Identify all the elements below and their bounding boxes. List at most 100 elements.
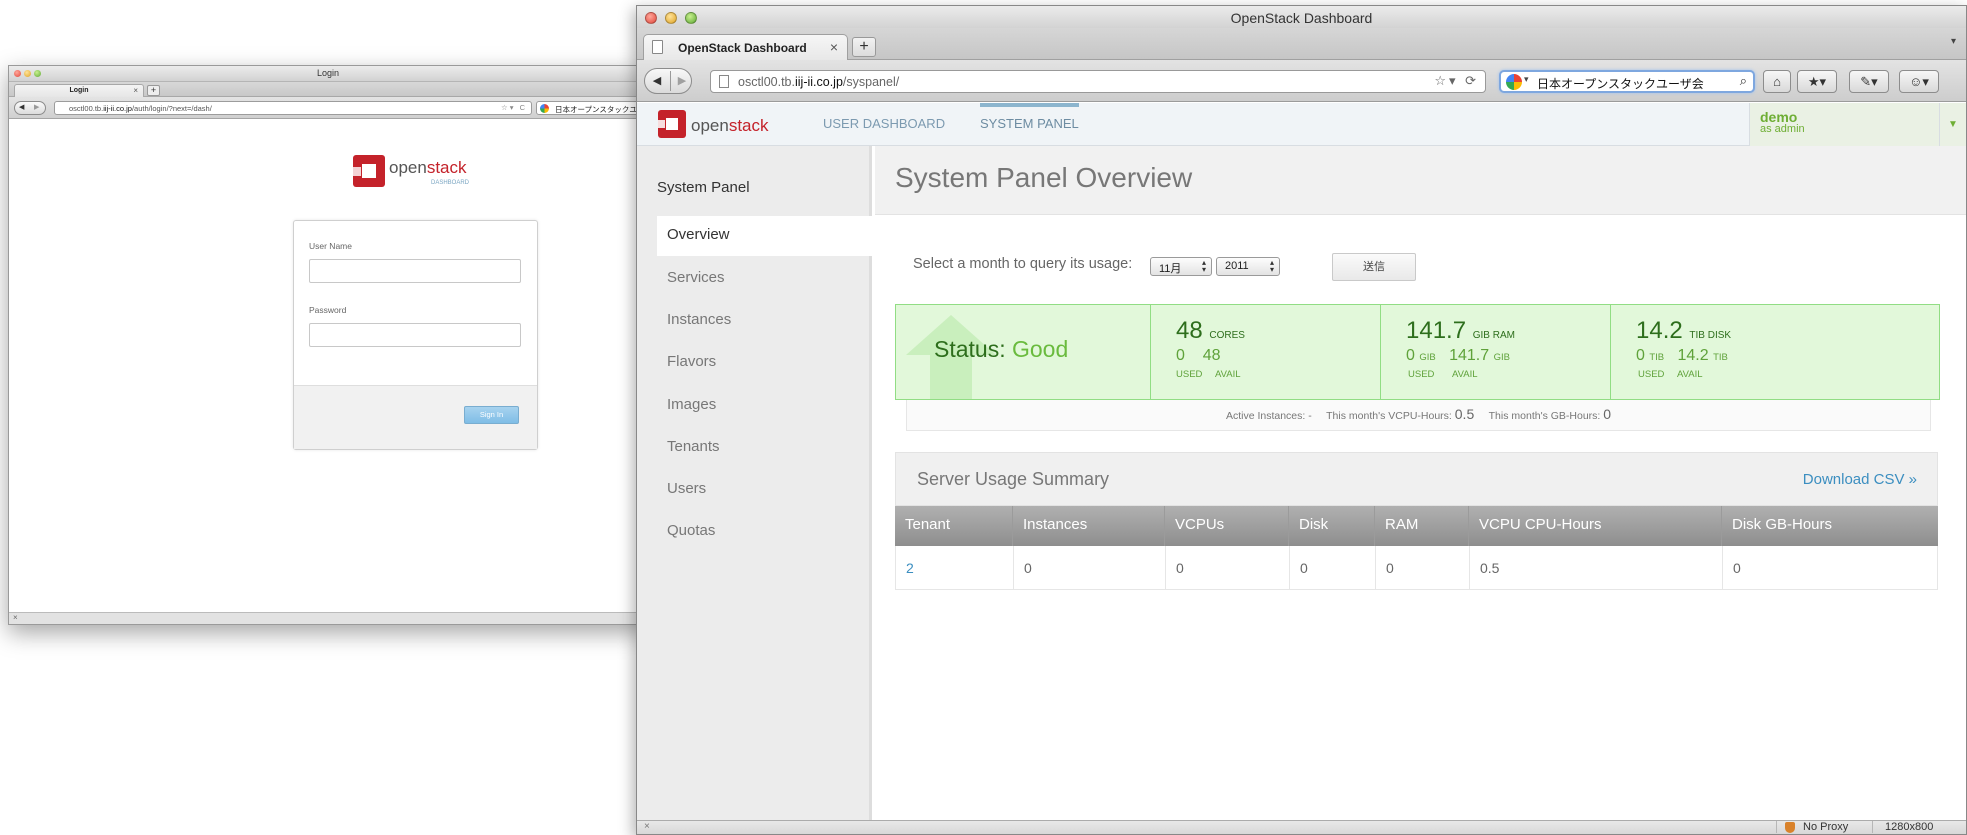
bookmark-star-icon[interactable]: ☆▾ C: [501, 103, 527, 112]
close-tab-icon[interactable]: ×: [133, 86, 138, 95]
sidebar-item-flavors[interactable]: Flavors: [667, 353, 716, 370]
main-window-title: OpenStack Dashboard: [1230, 10, 1373, 26]
home-icon[interactable]: ⌂: [1763, 70, 1791, 93]
openstack-header: openstack USER DASHBOARD SYSTEM PANEL de…: [637, 103, 1966, 146]
back-arrow-icon[interactable]: ◀: [19, 102, 24, 114]
main-search-field[interactable]: ▾ 日本オープンスタックユーザ会 ⌕: [1499, 70, 1755, 93]
proxy-status-text: No Proxy: [1803, 821, 1849, 833]
ram-used: 0: [1406, 347, 1415, 364]
vcpu-hours-value: 0.5: [1454, 406, 1475, 422]
status-value: Good: [1012, 336, 1069, 362]
cores-total: 48: [1176, 317, 1203, 344]
column-header-disk-gb-hours[interactable]: Disk GB-Hours: [1722, 506, 1938, 546]
login-window-title: Login: [316, 68, 340, 78]
active-instances-label: Active Instances:: [1225, 410, 1306, 422]
password-input[interactable]: [309, 323, 521, 347]
google-search-icon[interactable]: [1506, 74, 1522, 90]
cores-stat: 48 CORES 0 48 USED AVAIL: [1150, 305, 1380, 399]
login-window-titlebar[interactable]: Login: [9, 66, 647, 82]
ram-used-label: USED: [1408, 369, 1435, 380]
column-header-vcpus[interactable]: VCPUs: [1165, 506, 1289, 546]
column-header-instances[interactable]: Instances: [1013, 506, 1165, 546]
status-text: Status: Good: [934, 336, 1068, 363]
page-icon: [719, 75, 729, 88]
main-tab-bar: OpenStack Dashboard × + ▾: [637, 28, 1966, 60]
instances-cell: 0: [1014, 546, 1166, 589]
login-browser-tab[interactable]: Login ×: [14, 84, 144, 97]
login-form: User Name Password Sign In: [293, 220, 538, 450]
dashboard-browser-tab[interactable]: OpenStack Dashboard ×: [643, 34, 848, 60]
username-input[interactable]: [309, 259, 521, 283]
forward-arrow-icon[interactable]: ▶: [34, 102, 39, 114]
login-url-bar[interactable]: osctl00.tb.iij-ii.co.jp/auth/login/?next…: [54, 101, 532, 115]
extension-icon[interactable]: ☺▾: [1899, 70, 1939, 93]
sidebar-item-overview[interactable]: Overview: [657, 216, 875, 256]
chevron-down-icon[interactable]: ▼: [1939, 103, 1966, 146]
close-tab-icon[interactable]: ×: [830, 39, 838, 55]
url-path: /auth/login/?next=/dash/: [131, 104, 212, 113]
column-header-tenant[interactable]: Tenant: [895, 506, 1013, 546]
usage-stats-line: Active Instances: - This month's VCPU-Ho…: [906, 400, 1931, 431]
disk-used-label: USED: [1638, 369, 1665, 380]
sidebar-item-users[interactable]: Users: [667, 480, 706, 497]
search-engine-dropdown-icon[interactable]: ▾: [1524, 74, 1529, 85]
gb-hours-value: 0: [1603, 406, 1612, 422]
ram-avail: 141.7: [1449, 347, 1490, 364]
table-row: 2 0 0 0 0 0.5 0: [895, 546, 1938, 590]
sign-in-button[interactable]: Sign In: [464, 406, 519, 424]
tab-list-menu-icon[interactable]: ▾: [1951, 36, 1956, 47]
search-icon[interactable]: ⌕: [1740, 73, 1747, 89]
login-status-bar: ×: [9, 612, 647, 624]
login-search-field[interactable]: 日本オープンスタックユ: [536, 101, 647, 115]
tenant-link[interactable]: 2: [896, 546, 1014, 589]
disk-avail-unit: TIB: [1713, 352, 1728, 363]
new-tab-button[interactable]: +: [147, 85, 160, 96]
bookmark-star-icon[interactable]: ☆▾ ⟳: [1434, 73, 1479, 89]
ram-unit: GIB RAM: [1472, 330, 1515, 341]
page-title: System Panel Overview: [895, 162, 1193, 193]
vcpu-cpu-hours-cell: 0.5: [1470, 546, 1723, 589]
ram-cell: 0: [1376, 546, 1470, 589]
sidebar-item-services[interactable]: Services: [667, 269, 725, 286]
server-usage-summary-header: Server Usage Summary Download CSV »: [895, 452, 1938, 506]
resolution-indicator[interactable]: 1280x800: [1872, 821, 1966, 833]
close-addon-bar-icon[interactable]: ×: [13, 613, 18, 622]
disk-avail-label: AVAIL: [1677, 369, 1703, 380]
google-search-icon: [540, 104, 549, 113]
nav-system-panel[interactable]: SYSTEM PANEL: [980, 103, 1079, 146]
sidebar-item-instances[interactable]: Instances: [667, 311, 731, 328]
forward-arrow-icon[interactable]: ▶: [670, 69, 694, 93]
openstack-logo[interactable]: openstack: [657, 108, 777, 142]
column-header-ram[interactable]: RAM: [1375, 506, 1469, 546]
nav-user-dashboard[interactable]: USER DASHBOARD: [823, 103, 945, 146]
year-value: 2011: [1225, 260, 1249, 272]
sidebar-item-tenants[interactable]: Tenants: [667, 438, 720, 455]
column-header-vcpu-cpu-hours[interactable]: VCPU CPU-Hours: [1469, 506, 1722, 546]
new-tab-button[interactable]: +: [852, 37, 876, 57]
submit-button[interactable]: 送信: [1332, 253, 1416, 281]
login-page: openstack DASHBOARD User Name Password S…: [9, 120, 647, 612]
addon-icon[interactable]: ✎▾: [1849, 70, 1889, 93]
column-header-disk[interactable]: Disk: [1289, 506, 1375, 546]
proxy-status[interactable]: No Proxy: [1776, 821, 1870, 833]
month-select[interactable]: 11月 ▴ ▾: [1150, 257, 1212, 276]
main-nav-toolbar: ◀ ▶ osctl00.tb.iij-ii.co.jp/syspanel/ ☆▾…: [637, 60, 1966, 102]
sidebar-item-quotas[interactable]: Quotas: [667, 522, 715, 539]
back-arrow-icon[interactable]: ◀: [645, 69, 669, 93]
disk-used: 0: [1636, 347, 1645, 364]
page-header: System Panel Overview: [875, 146, 1966, 215]
user-menu[interactable]: demo as admin: [1749, 103, 1939, 146]
main-url-bar[interactable]: osctl00.tb.iij-ii.co.jp/syspanel/ ☆▾ ⟳: [710, 70, 1486, 93]
back-forward-buttons[interactable]: ◀ ▶: [14, 101, 46, 115]
logo-text: openstack: [691, 116, 769, 135]
cores-unit: CORES: [1209, 330, 1245, 341]
disk-stat: 14.2 TIB DISK 0 TIB 14.2 TIB USED AVAIL: [1610, 305, 1941, 399]
cores-used: 0: [1176, 347, 1185, 364]
login-tab-bar: Login × +: [9, 82, 647, 97]
disk-gb-hours-cell: 0: [1733, 560, 1741, 576]
download-csv-link[interactable]: Download CSV »: [1803, 471, 1917, 488]
bookmarks-icon[interactable]: ★▾: [1797, 70, 1837, 93]
main-window-titlebar[interactable]: OpenStack Dashboard: [637, 6, 1966, 28]
year-select[interactable]: 2011 ▴ ▾: [1216, 257, 1280, 276]
sidebar-item-images[interactable]: Images: [667, 396, 716, 413]
